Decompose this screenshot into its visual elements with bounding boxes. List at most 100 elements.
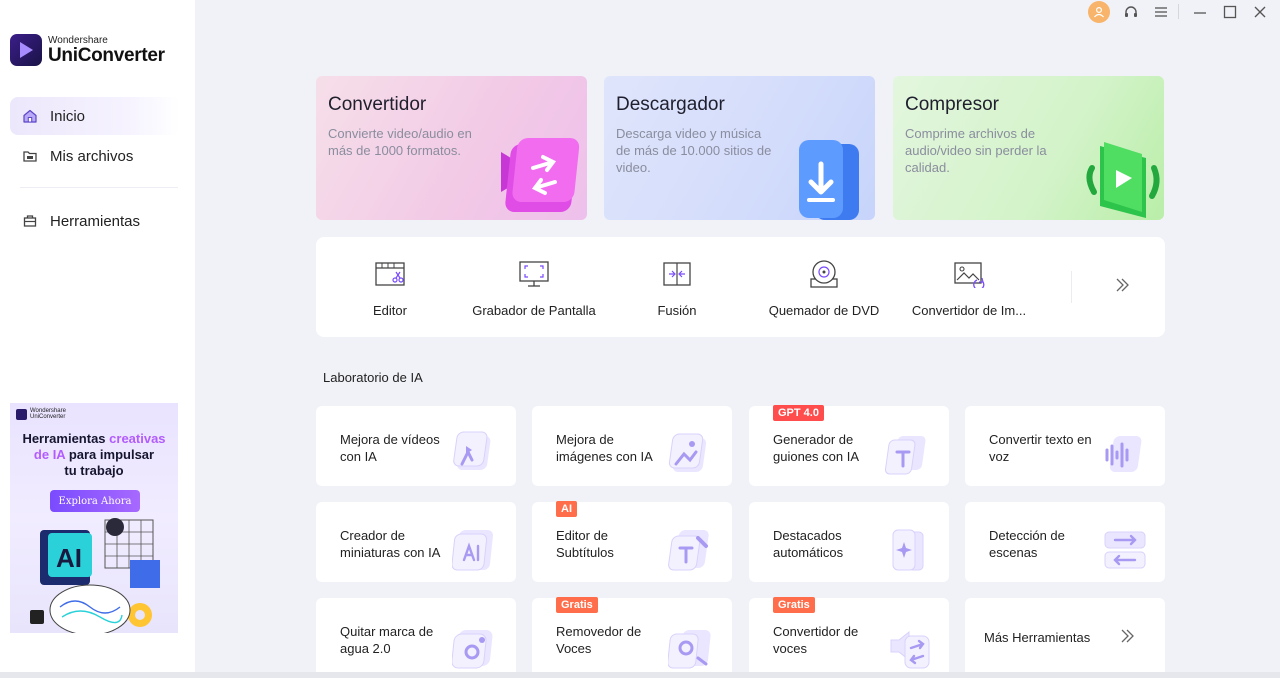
close-icon — [1254, 6, 1266, 18]
tool-label: Editor — [373, 303, 407, 318]
compressor-icon — [1086, 142, 1160, 218]
tool-label: Grabador de Pantalla — [472, 303, 596, 318]
uniconverter-logo-icon — [10, 34, 42, 66]
sidebar-item-label: Herramientas — [50, 212, 141, 230]
ai-tool-label: Removedor de Voces — [556, 624, 642, 656]
sidebar-item-label: Mis archivos — [50, 147, 134, 165]
script-generator-icon — [885, 436, 926, 475]
promo-banner[interactable]: Wondershare UniConverter Herramientas cr… — [10, 403, 178, 633]
tools-divider — [1071, 271, 1072, 303]
voice-changer-icon — [890, 630, 930, 669]
double-chevron-right-icon — [1116, 278, 1129, 292]
support-button[interactable] — [1121, 2, 1141, 22]
image-enhance-icon — [668, 433, 707, 472]
brand-name: UniConverter — [48, 44, 165, 66]
card-compresor[interactable]: Compresor Comprime archivos de audio/vid… — [893, 76, 1164, 220]
ai-tool-label: Convertir texto en voz — [989, 432, 1092, 464]
ai-tool-label: Convertidor de voces — [773, 624, 859, 656]
more-tools-button[interactable]: Más Herramientas — [965, 598, 1165, 678]
sidebar: Wondershare UniConverter Inicio Mis arch… — [0, 0, 195, 678]
card-description: Comprime archivos de audio/video sin per… — [905, 126, 1047, 175]
downloader-icon — [799, 140, 859, 220]
video-enhance-icon — [453, 431, 491, 470]
sidebar-item-inicio[interactable]: Inicio — [10, 97, 180, 135]
ai-tool-texto-a-voz[interactable]: Convertir texto en voz — [965, 406, 1165, 486]
screen-recorder-icon — [518, 259, 550, 289]
auto-highlights-icon — [892, 529, 924, 571]
vocal-remover-icon — [668, 630, 711, 669]
close-button[interactable] — [1250, 2, 1270, 22]
promo-brand-name: UniConverter — [30, 414, 66, 420]
promo-title: Herramientas creativas de IA para impuls… — [22, 431, 166, 478]
badge-gratis: Gratis — [773, 597, 815, 613]
maximize-icon — [1223, 5, 1237, 19]
toolbox-icon — [10, 213, 50, 229]
home-icon — [10, 108, 50, 124]
tool-quemador-de-dvd[interactable]: Quemador de DVD — [759, 237, 889, 337]
quick-tools-bar: Editor Grabador de Pantalla Fusión Quema… — [316, 237, 1165, 337]
promo-illustration: AI — [30, 518, 160, 633]
card-title: Compresor — [905, 94, 999, 115]
ai-tool-deteccion-escenas[interactable]: Detección de escenas — [965, 502, 1165, 582]
window-bottom-edge — [0, 672, 1280, 678]
text-to-speech-icon — [1105, 436, 1142, 472]
double-chevron-right-icon — [1121, 629, 1134, 643]
section-title-ai-lab: Laboratorio de IA — [323, 370, 423, 385]
more-tools-label: Más Herramientas — [984, 630, 1091, 645]
ai-tool-label: Mejora de vídeos con IA — [340, 432, 440, 464]
app-logo: Wondershare UniConverter — [10, 34, 165, 66]
ai-tool-mejora-imagenes[interactable]: Mejora de imágenes con IA — [532, 406, 732, 486]
tool-label: Quemador de DVD — [768, 303, 880, 318]
sidebar-item-herramientas[interactable]: Herramientas — [10, 202, 180, 240]
promo-art-text: AI — [56, 543, 82, 573]
subtitle-editor-icon — [668, 530, 709, 571]
card-description: Descarga video y música de más de 10.000… — [616, 126, 772, 175]
ai-tool-label: Quitar marca de agua 2.0 — [340, 624, 434, 656]
hamburger-icon — [1155, 7, 1167, 17]
editor-icon — [374, 259, 406, 289]
card-title: Descargador — [616, 94, 725, 115]
ai-tool-editor-subtitulos[interactable]: AI Editor de Subtítulos — [532, 501, 732, 582]
card-descargador[interactable]: Descargador Descarga video y música de m… — [604, 76, 875, 220]
explore-now-button[interactable]: Explora Ahora — [50, 490, 140, 512]
menu-button[interactable] — [1151, 2, 1171, 22]
more-tools-arrow[interactable] — [1114, 275, 1130, 301]
ai-tool-destacados[interactable]: Destacados automáticos — [749, 502, 949, 582]
ai-tool-quitar-marca-agua[interactable]: Quitar marca de agua 2.0 — [316, 598, 516, 678]
ai-tool-label: Creador de miniaturas con IA — [340, 528, 441, 560]
window-control-divider — [1178, 4, 1179, 19]
badge-ai: AI — [556, 501, 577, 517]
sidebar-item-mis-archivos[interactable]: Mis archivos — [10, 137, 180, 175]
tool-grabador-de-pantalla[interactable]: Grabador de Pantalla — [464, 237, 604, 337]
minimize-button[interactable] — [1190, 2, 1210, 22]
card-title: Convertidor — [328, 94, 427, 115]
tool-label: Fusión — [657, 303, 697, 318]
card-convertidor[interactable]: Convertidor Convierte video/audio en más… — [316, 76, 587, 220]
converter-icon — [501, 138, 580, 212]
maximize-button[interactable] — [1220, 2, 1240, 22]
ai-tool-label: Destacados automáticos — [773, 528, 844, 560]
tool-editor[interactable]: Editor — [351, 237, 429, 337]
ai-tool-creador-miniaturas[interactable]: Creador de miniaturas con IA — [316, 502, 516, 582]
ai-tool-label: Detección de escenas — [989, 528, 1065, 560]
image-converter-icon — [953, 259, 985, 289]
watermark-remover-icon — [452, 630, 493, 669]
ai-tool-generador-guiones[interactable]: GPT 4.0 Generador de guiones con IA — [749, 405, 949, 486]
tool-fusion[interactable]: Fusión — [638, 237, 716, 337]
folder-icon — [10, 148, 50, 164]
thumbnail-creator-icon — [452, 530, 493, 571]
ai-tool-label: Generador de guiones con IA — [773, 432, 860, 464]
user-avatar[interactable] — [1088, 1, 1110, 23]
user-icon — [1094, 6, 1104, 18]
tool-convertidor-de-imagen[interactable]: Convertidor de Im... — [904, 237, 1034, 337]
minimize-icon — [1194, 12, 1206, 14]
ai-tool-mejora-videos[interactable]: Mejora de vídeos con IA — [316, 406, 516, 486]
ai-tool-convertidor-voces[interactable]: Gratis Convertidor de voces — [749, 597, 949, 678]
dvd-icon — [808, 259, 840, 289]
merge-icon — [661, 259, 693, 289]
scene-detection-icon — [1104, 531, 1146, 569]
ai-tool-label: Editor de Subtítulos — [556, 528, 614, 560]
ai-tool-removedor-voces[interactable]: Gratis Removedor de Voces — [532, 597, 732, 678]
sidebar-item-label: Inicio — [50, 107, 86, 125]
brand-small: Wondershare — [48, 34, 108, 46]
